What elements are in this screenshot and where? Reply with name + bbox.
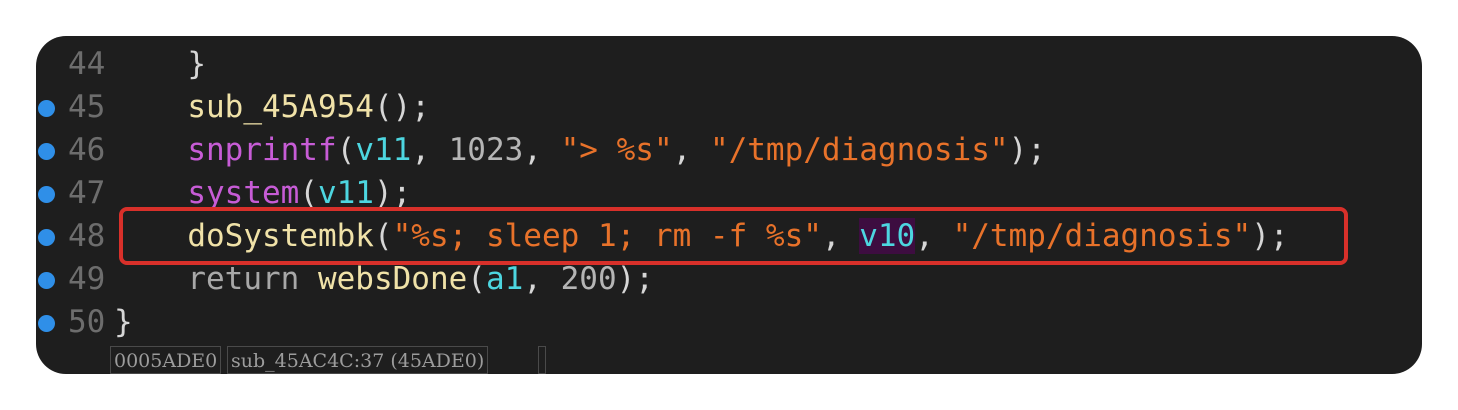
line-number: 44 xyxy=(68,46,106,82)
code-token: } xyxy=(114,304,133,340)
code-line-46[interactable]: 46 snprintf(v11, 1023, "> %s", "/tmp/dia… xyxy=(36,129,1422,172)
highlight-box xyxy=(119,207,1348,265)
code-token: v11 xyxy=(317,175,374,211)
code-token: ( xyxy=(336,132,356,168)
code-token: 200 xyxy=(560,261,617,297)
code-token: ( xyxy=(467,261,486,297)
line-number: 45 xyxy=(68,89,106,125)
code-token: , xyxy=(672,132,710,168)
code-token: snprintf xyxy=(187,132,337,168)
status-empty-cell xyxy=(538,346,546,374)
code-token: (); xyxy=(373,89,430,125)
breakpoint-icon[interactable] xyxy=(38,186,55,203)
code-line-45[interactable]: 45 sub_45A954(); xyxy=(36,86,1422,129)
breakpoint-icon[interactable] xyxy=(38,272,55,289)
code-text[interactable]: sub_45A954(); xyxy=(150,86,430,129)
code-token: system xyxy=(187,175,300,211)
code-text[interactable]: } xyxy=(150,43,206,86)
line-number: 49 xyxy=(68,261,106,297)
code-token: 1023 xyxy=(448,132,524,168)
code-token: } xyxy=(150,46,206,82)
code-token: "> %s" xyxy=(560,132,673,168)
code-text[interactable]: snprintf(v11, 1023, "> %s", "/tmp/diagno… xyxy=(150,129,1046,172)
code-token: ); xyxy=(373,175,412,211)
breakpoint-icon[interactable] xyxy=(38,315,55,332)
code-token: , xyxy=(523,132,561,168)
code-token: v11 xyxy=(355,132,412,168)
code-token: ( xyxy=(299,175,318,211)
code-line-44[interactable]: 44 } xyxy=(36,43,1422,86)
breakpoint-icon[interactable] xyxy=(38,229,55,246)
line-number: 50 xyxy=(68,304,106,340)
code-token: websDone xyxy=(317,261,468,297)
code-line-50[interactable]: 50} xyxy=(36,301,1422,344)
status-address: 0005ADE0 xyxy=(110,346,222,374)
breakpoint-icon[interactable] xyxy=(38,143,55,160)
code-token: return xyxy=(187,261,300,297)
code-token: , xyxy=(523,261,561,297)
pseudocode-window: 44 } 45 sub_45A954(); 46 snprintf(v11, 102… xyxy=(36,36,1422,374)
status-location: sub_45AC4C:37 (45ADE0) xyxy=(227,346,489,374)
line-number: 47 xyxy=(68,175,106,211)
code-token: ); xyxy=(1008,132,1046,168)
code-token: sub_45A954 xyxy=(187,89,374,125)
code-token: , xyxy=(411,132,449,168)
line-number: 46 xyxy=(68,132,106,168)
code-token: a1 xyxy=(485,261,524,297)
code-token: "/tmp/diagnosis" xyxy=(709,132,1009,168)
code-token: ); xyxy=(616,261,654,297)
breakpoint-icon[interactable] xyxy=(38,100,55,117)
line-number: 48 xyxy=(68,218,106,254)
code-text[interactable]: } xyxy=(114,301,133,344)
